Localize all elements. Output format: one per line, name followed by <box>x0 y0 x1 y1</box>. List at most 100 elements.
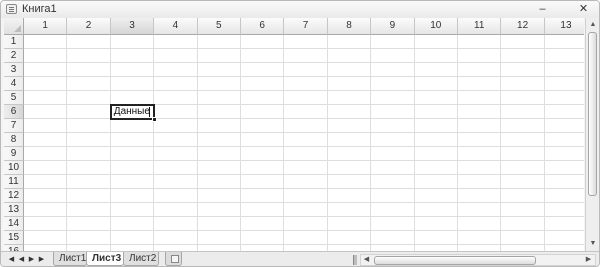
cell[interactable] <box>414 105 458 119</box>
column-header-12[interactable]: 12 <box>501 18 545 35</box>
cell[interactable] <box>284 91 328 105</box>
cell[interactable] <box>284 231 328 245</box>
spreadsheet-grid[interactable]: 1234567891011121312345678910111213141516… <box>4 18 584 251</box>
cell[interactable] <box>154 77 198 91</box>
cell[interactable] <box>24 49 68 63</box>
cell[interactable] <box>154 175 198 189</box>
row-header-7[interactable]: 7 <box>4 119 24 133</box>
cell[interactable] <box>24 175 68 189</box>
cell[interactable] <box>414 217 458 231</box>
cell[interactable] <box>197 91 241 105</box>
cell[interactable] <box>284 161 328 175</box>
cell[interactable] <box>544 119 584 133</box>
column-header-8[interactable]: 8 <box>327 18 372 35</box>
cell[interactable] <box>371 217 415 231</box>
cell[interactable] <box>24 133 68 147</box>
cell[interactable] <box>67 189 111 203</box>
scroll-up-icon[interactable]: ▲ <box>587 19 599 30</box>
cell[interactable] <box>241 147 285 161</box>
cell[interactable] <box>414 133 458 147</box>
cell[interactable] <box>24 91 68 105</box>
cell[interactable] <box>284 105 328 119</box>
cell[interactable] <box>241 63 285 77</box>
column-header-7[interactable]: 7 <box>284 18 328 35</box>
cell[interactable] <box>327 231 372 245</box>
cell[interactable] <box>414 63 458 77</box>
cell[interactable] <box>67 35 111 49</box>
column-header-5[interactable]: 5 <box>197 18 241 35</box>
cell[interactable] <box>414 161 458 175</box>
cell[interactable] <box>241 231 285 245</box>
cell[interactable] <box>501 203 545 217</box>
cell[interactable] <box>241 105 285 119</box>
cell[interactable] <box>67 77 111 91</box>
cell[interactable] <box>414 49 458 63</box>
cell[interactable] <box>501 119 545 133</box>
cell[interactable] <box>241 35 285 49</box>
cell[interactable] <box>154 49 198 63</box>
cell[interactable] <box>371 161 415 175</box>
cell[interactable] <box>501 35 545 49</box>
cell[interactable] <box>24 161 68 175</box>
cell[interactable] <box>24 217 68 231</box>
scroll-left-icon[interactable]: ◀ <box>361 255 372 265</box>
cell[interactable] <box>327 217 372 231</box>
workbook-icon[interactable] <box>6 4 17 14</box>
cell[interactable] <box>501 77 545 91</box>
row-header-1[interactable]: 1 <box>4 35 24 49</box>
cell[interactable] <box>371 231 415 245</box>
cell[interactable] <box>501 49 545 63</box>
cell[interactable] <box>501 217 545 231</box>
next-sheet-icon[interactable]: ▶ <box>27 254 36 265</box>
cell[interactable] <box>110 217 155 231</box>
cell[interactable] <box>544 91 584 105</box>
cell[interactable] <box>458 189 502 203</box>
cell[interactable] <box>414 189 458 203</box>
row-header-5[interactable]: 5 <box>4 91 24 105</box>
cell[interactable] <box>414 147 458 161</box>
cell[interactable] <box>458 203 502 217</box>
cell[interactable] <box>241 161 285 175</box>
cell[interactable] <box>544 77 584 91</box>
cell[interactable] <box>458 161 502 175</box>
insert-sheet-icon[interactable] <box>165 252 182 266</box>
cell[interactable] <box>241 119 285 133</box>
cell[interactable] <box>67 203 111 217</box>
cell[interactable] <box>197 147 241 161</box>
column-header-10[interactable]: 10 <box>414 18 458 35</box>
cell[interactable] <box>241 217 285 231</box>
cell[interactable] <box>67 91 111 105</box>
cell[interactable] <box>241 91 285 105</box>
cell[interactable] <box>24 105 68 119</box>
cell[interactable] <box>67 175 111 189</box>
vertical-scrollbar[interactable]: ▲ ▼ <box>585 18 599 251</box>
cell[interactable] <box>371 189 415 203</box>
cell[interactable] <box>154 203 198 217</box>
cell[interactable] <box>327 35 372 49</box>
cell[interactable] <box>24 119 68 133</box>
prev-sheet-icon[interactable]: ◀ <box>17 254 26 265</box>
cell[interactable] <box>327 189 372 203</box>
cell[interactable] <box>371 175 415 189</box>
cell[interactable] <box>458 35 502 49</box>
close-button[interactable]: ✕ <box>576 2 591 16</box>
cell[interactable] <box>458 175 502 189</box>
sheet-tab-3[interactable]: Лист3 <box>86 252 124 266</box>
fill-handle[interactable] <box>152 117 158 122</box>
cell[interactable] <box>371 35 415 49</box>
cell[interactable] <box>501 161 545 175</box>
cell[interactable] <box>154 35 198 49</box>
row-header-9[interactable]: 9 <box>4 147 24 161</box>
minimize-button[interactable]: – <box>535 2 550 16</box>
cell[interactable] <box>154 91 198 105</box>
row-header-12[interactable]: 12 <box>4 189 24 203</box>
cell[interactable] <box>24 35 68 49</box>
cell[interactable] <box>24 63 68 77</box>
cell[interactable] <box>458 77 502 91</box>
cell[interactable] <box>24 147 68 161</box>
cell[interactable] <box>544 105 584 119</box>
tab-split-handle[interactable] <box>353 255 357 265</box>
row-header-3[interactable]: 3 <box>4 63 24 77</box>
cell[interactable] <box>414 91 458 105</box>
cell[interactable] <box>414 203 458 217</box>
